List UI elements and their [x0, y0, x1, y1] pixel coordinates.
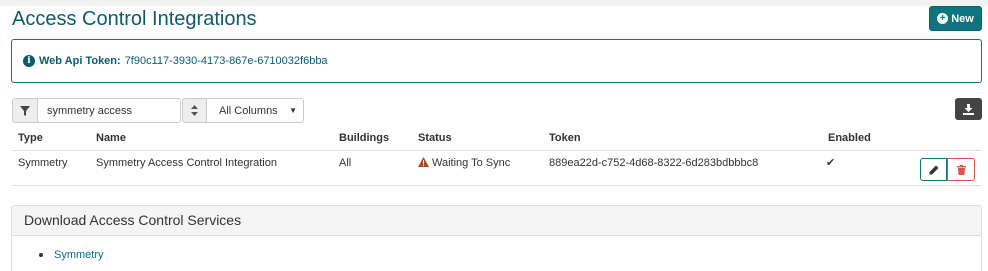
- panel-body: Symmetry: [12, 236, 981, 261]
- cell-type: Symmetry: [18, 157, 68, 169]
- header-type[interactable]: Type: [18, 126, 43, 151]
- check-icon: ✔: [826, 157, 836, 169]
- token-value: 7f90c117-3930-4173-867e-6710032f6bba: [124, 55, 328, 67]
- filter-icon: [12, 98, 38, 123]
- bullet: [39, 253, 43, 257]
- filter-group: All Columns ▼: [12, 98, 304, 123]
- caret-down-icon: ▼: [289, 106, 297, 115]
- columns-select[interactable]: All Columns ▼: [207, 98, 304, 123]
- warning-icon: [418, 157, 429, 167]
- table-header: Type Name Buildings Status Token Enabled: [12, 126, 982, 151]
- service-link-list: Symmetry: [39, 249, 981, 261]
- plus-circle-icon: +: [937, 13, 949, 24]
- web-api-token-alert: i Web Api Token: 7f90c117-3930-4173-867e…: [11, 39, 982, 83]
- header-name[interactable]: Name: [96, 126, 126, 151]
- sort-icon: [182, 98, 207, 123]
- columns-select-value: All Columns: [219, 104, 278, 117]
- panel-heading: Download Access Control Services: [12, 206, 981, 236]
- cell-name: Symmetry Access Control Integration: [96, 157, 277, 169]
- cell-buildings: All: [339, 157, 352, 169]
- info-circle-icon: i: [23, 55, 35, 67]
- header-token[interactable]: Token: [549, 126, 581, 151]
- list-item: Symmetry: [39, 249, 981, 261]
- download-button[interactable]: [955, 98, 982, 120]
- new-button[interactable]: + New: [929, 6, 982, 31]
- cell-token: 889ea22d-c752-4d68-8322-6d283bdbbbc8: [549, 157, 759, 169]
- pencil-icon: [929, 165, 938, 174]
- header-enabled[interactable]: Enabled: [828, 126, 871, 151]
- delete-button[interactable]: [947, 158, 975, 181]
- cell-status: Waiting To Sync: [418, 151, 510, 176]
- new-button-label: New: [951, 12, 974, 25]
- search-input[interactable]: [38, 98, 181, 123]
- page-title: Access Control Integrations: [12, 8, 257, 30]
- integrations-table: Type Name Buildings Status Token Enabled…: [12, 126, 982, 186]
- download-icon: [963, 103, 974, 115]
- download-services-panel: Download Access Control Services Symmetr…: [11, 205, 982, 271]
- table-row: Symmetry Symmetry Access Control Integra…: [12, 151, 982, 186]
- symmetry-download-link[interactable]: Symmetry: [54, 249, 104, 261]
- header-buildings[interactable]: Buildings: [339, 126, 389, 151]
- trash-icon: [956, 164, 966, 175]
- status-text: Waiting To Sync: [432, 157, 511, 169]
- token-label: Web Api Token:: [39, 55, 121, 67]
- edit-button[interactable]: [920, 158, 947, 181]
- header-status[interactable]: Status: [418, 126, 452, 151]
